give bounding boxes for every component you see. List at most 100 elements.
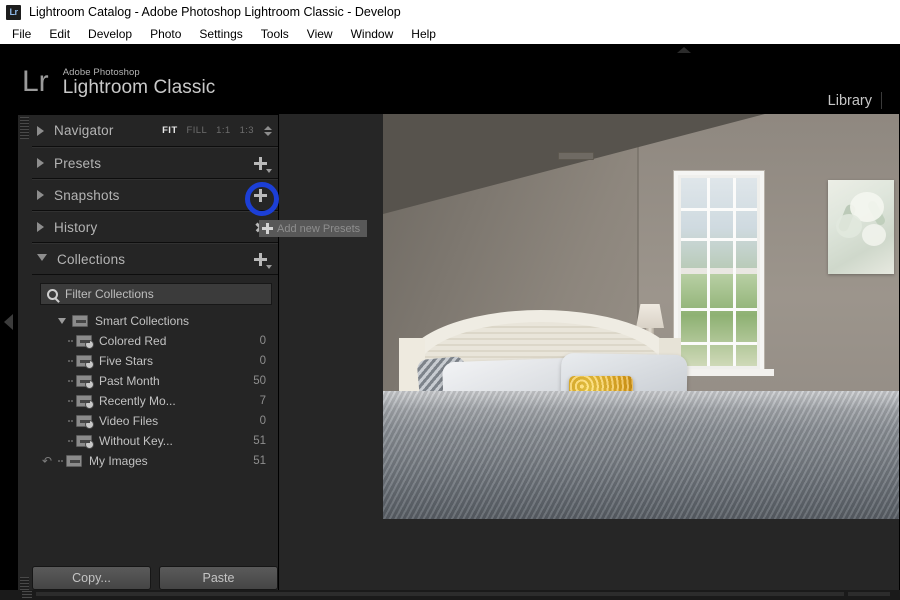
collection-count: 51: [253, 435, 266, 447]
module-picker: Library: [819, 92, 882, 109]
collection-label: My Images: [89, 454, 148, 468]
collections-body: Filter Collections Smart Collections Col…: [32, 275, 278, 471]
collection-label: Colored Red: [99, 334, 167, 348]
presets-add-button[interactable]: [250, 153, 272, 173]
collection-icon: [66, 455, 82, 467]
collection-label: Recently Mo...: [99, 394, 176, 408]
identity-plate[interactable]: Lr Adobe Photoshop Lightroom Classic: [22, 66, 215, 98]
navigator-zoom-controls: FIT FILL 1:1 1:3: [162, 125, 272, 136]
plus-icon: [253, 188, 267, 202]
list-item-my-images[interactable]: ↶ My Images 51: [40, 451, 272, 471]
list-item[interactable]: Without Key... 51: [40, 431, 272, 451]
menu-file[interactable]: File: [8, 27, 40, 41]
filmstrip-track-right[interactable]: [848, 592, 890, 596]
content-area: [278, 114, 900, 600]
panel-title-navigator: Navigator: [54, 123, 114, 138]
module-divider: [881, 92, 882, 109]
filmstrip-grip[interactable]: [22, 591, 32, 598]
filter-collections-placeholder: Filter Collections: [65, 287, 154, 301]
panel-title-presets: Presets: [54, 155, 102, 171]
wall-artwork: [828, 180, 894, 274]
lightroom-shell: Lr Adobe Photoshop Lightroom Classic Lib…: [0, 44, 900, 600]
menu-help[interactable]: Help: [402, 27, 445, 41]
list-item[interactable]: Past Month 50: [40, 371, 272, 391]
collection-count: 0: [259, 415, 266, 427]
panel-header-history[interactable]: History: [32, 211, 278, 243]
panel-grip-top[interactable]: [20, 117, 29, 139]
tooltip-add-new-presets: Add new Presets: [259, 220, 368, 237]
menu-view[interactable]: View: [298, 27, 342, 41]
lightroom-logo-icon: Lr: [22, 65, 49, 98]
list-item[interactable]: Video Files 0: [40, 411, 272, 431]
identity-title: Lightroom Classic: [62, 77, 216, 99]
filmstrip: [0, 590, 900, 600]
collection-label: Five Stars: [99, 354, 154, 368]
top-panel-toggle[interactable]: [676, 47, 692, 55]
panel-header-collections[interactable]: Collections: [32, 243, 278, 275]
disclosure-triangle-icon[interactable]: [37, 125, 44, 136]
chevron-down-icon: [266, 265, 272, 269]
list-item[interactable]: Five Stars 0: [40, 351, 272, 371]
window-mullion: [681, 308, 757, 311]
window-mullion: [707, 178, 710, 366]
menubar: File Edit Develop Photo Settings Tools V…: [0, 24, 900, 44]
menu-tools[interactable]: Tools: [252, 27, 298, 41]
list-item[interactable]: Colored Red 0: [40, 331, 272, 351]
panel-title-collections: Collections: [57, 251, 126, 267]
chevron-down-icon: [266, 169, 272, 173]
collection-count: 50: [253, 375, 266, 387]
collections-add-button[interactable]: [250, 249, 272, 269]
tree-node-smart-collections[interactable]: Smart Collections: [40, 311, 272, 331]
disclosure-triangle-icon[interactable]: [58, 318, 66, 324]
list-item[interactable]: Recently Mo... 7: [40, 391, 272, 411]
menu-settings[interactable]: Settings: [190, 27, 251, 41]
zoom-1-1[interactable]: 1:1: [216, 125, 230, 136]
collection-count: 0: [259, 335, 266, 347]
menu-develop[interactable]: Develop: [79, 27, 141, 41]
collection-count: 0: [259, 355, 266, 367]
menu-window[interactable]: Window: [342, 27, 403, 41]
window-titlebar: Lr Lightroom Catalog - Adobe Photoshop L…: [0, 0, 900, 24]
zoom-fit[interactable]: FIT: [162, 125, 177, 136]
smart-collection-icon: [76, 375, 94, 389]
copy-button[interactable]: Copy...: [32, 566, 151, 590]
collapse-left-panel-icon[interactable]: [4, 314, 13, 330]
disclosure-triangle-icon[interactable]: [37, 222, 44, 232]
zoom-1-3[interactable]: 1:3: [240, 125, 254, 136]
snapshots-add-button[interactable]: [250, 185, 270, 205]
zoom-fill[interactable]: FILL: [187, 125, 208, 136]
collection-label: Without Key...: [99, 434, 173, 448]
app-icon: Lr: [6, 4, 21, 20]
drag-handle-icon: [64, 420, 76, 422]
smart-collection-icon: [76, 435, 94, 449]
paste-button[interactable]: Paste: [159, 566, 278, 590]
window-lower-sash: [681, 274, 757, 366]
menu-photo[interactable]: Photo: [141, 27, 190, 41]
window-upper-sash: [681, 178, 757, 268]
folder-icon: [72, 315, 88, 327]
panel-stack: Navigator FIT FILL 1:1 1:3 Presets Snaps…: [32, 115, 278, 471]
plus-icon: [253, 252, 267, 266]
panel-header-snapshots[interactable]: Snapshots: [32, 179, 278, 211]
target-collection-icon: ↶: [41, 454, 53, 468]
window-frame: [672, 171, 774, 376]
panel-header-presets[interactable]: Presets: [32, 147, 278, 179]
panel-title-snapshots: Snapshots: [54, 187, 120, 203]
photo-preview[interactable]: [383, 114, 900, 519]
zoom-stepper-icon[interactable]: [264, 125, 272, 136]
disclosure-triangle-icon[interactable]: [37, 254, 47, 266]
left-panel-rail[interactable]: [0, 114, 18, 600]
tooltip-label: Add new Presets: [277, 222, 361, 235]
smart-collections-label: Smart Collections: [95, 314, 190, 328]
filter-collections-input[interactable]: Filter Collections: [40, 283, 272, 305]
photo-stage[interactable]: [383, 114, 900, 597]
disclosure-triangle-icon[interactable]: [37, 158, 44, 168]
panel-header-navigator[interactable]: Navigator FIT FILL 1:1 1:3: [32, 115, 278, 147]
drag-handle-icon: [64, 440, 76, 442]
window-title: Lightroom Catalog - Adobe Photoshop Ligh…: [29, 5, 401, 19]
menu-edit[interactable]: Edit: [40, 27, 79, 41]
smart-collection-icon: [76, 395, 94, 409]
disclosure-triangle-icon[interactable]: [37, 190, 44, 200]
module-library[interactable]: Library: [819, 93, 881, 109]
filmstrip-track[interactable]: [36, 592, 844, 596]
